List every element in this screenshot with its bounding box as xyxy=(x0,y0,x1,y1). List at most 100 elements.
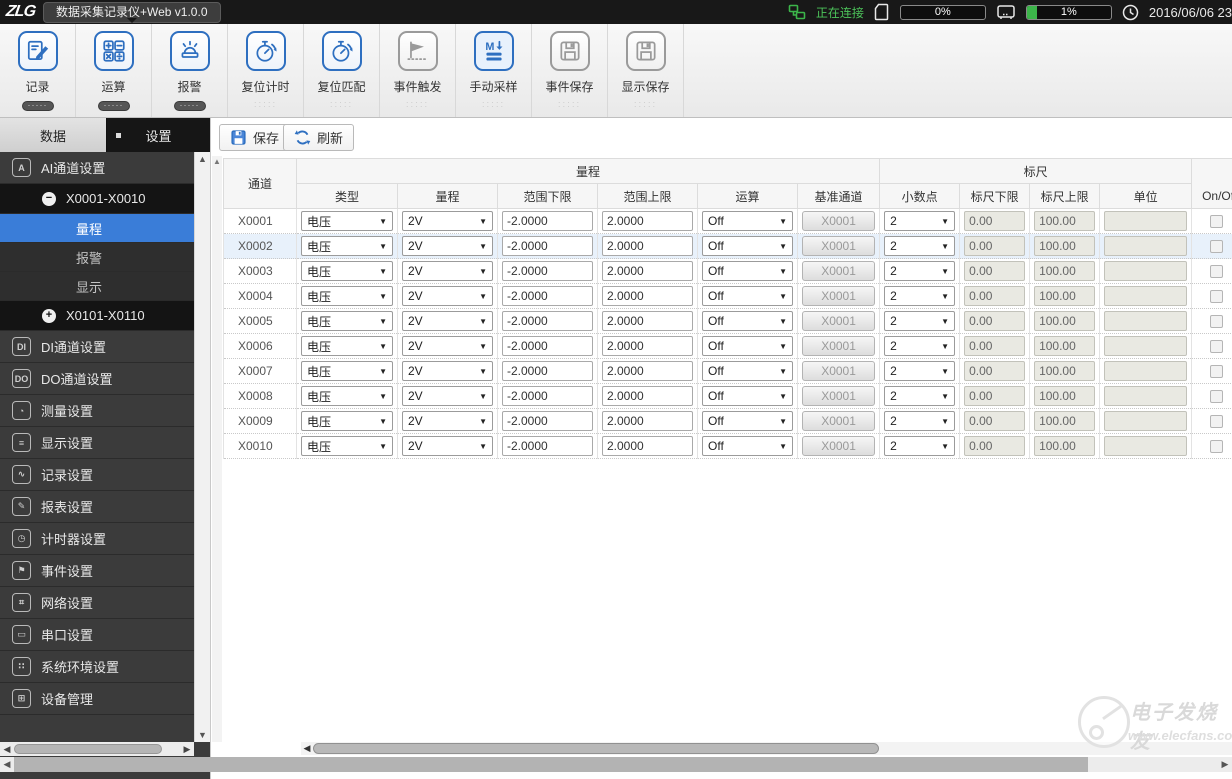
sidebar-tab-settings[interactable]: 设置 xyxy=(107,118,210,152)
sidebar-item-network[interactable]: ⌗ 网络设置 xyxy=(0,587,194,619)
scroll-down-arrow-icon[interactable]: ▼ xyxy=(195,730,210,740)
range-high-input[interactable] xyxy=(602,386,693,406)
decimal-select[interactable]: 2 ▼ xyxy=(884,336,956,356)
sidebar-group-x0101-x0110[interactable]: + X0101-X0110 xyxy=(0,301,194,331)
decimal-select[interactable]: 2 ▼ xyxy=(884,386,956,406)
type-select[interactable]: 电压 ▼ xyxy=(301,386,393,406)
range-low-input[interactable] xyxy=(502,411,593,431)
calc-select[interactable]: Off ▼ xyxy=(702,311,793,331)
sidebar-item-record-settings[interactable]: ∿ 记录设置 xyxy=(0,459,194,491)
scroll-left-arrow-icon[interactable]: ◀ xyxy=(0,744,14,755)
toolbar-item-2[interactable]: 运算 ····· xyxy=(76,24,152,117)
range-select[interactable]: 2V ▼ xyxy=(402,411,493,431)
range-low-input[interactable] xyxy=(502,336,593,356)
range-high-input[interactable] xyxy=(602,336,693,356)
calc-select[interactable]: Off ▼ xyxy=(702,261,793,281)
type-select[interactable]: 电压 ▼ xyxy=(301,261,393,281)
collapse-minus-icon[interactable]: − xyxy=(42,191,56,206)
decimal-select[interactable]: 2 ▼ xyxy=(884,211,956,231)
onoff-checkbox[interactable] xyxy=(1210,414,1224,428)
onoff-checkbox[interactable] xyxy=(1210,289,1224,303)
sidebar-leaf-显示[interactable]: 显示 xyxy=(0,272,194,301)
sidebar-tab-data[interactable]: 数据 xyxy=(0,118,107,152)
calc-select[interactable]: Off ▼ xyxy=(702,286,793,306)
sidebar-item-system-env[interactable]: ∷ 系统环境设置 xyxy=(0,651,194,683)
range-select[interactable]: 2V ▼ xyxy=(402,336,493,356)
decimal-select[interactable]: 2 ▼ xyxy=(884,436,956,456)
toolbar-item-1[interactable]: 记录 ····· xyxy=(0,24,76,117)
sidebar-item-do-channel[interactable]: DO DO通道设置 xyxy=(0,363,194,395)
onoff-checkbox[interactable] xyxy=(1210,439,1224,453)
range-low-input[interactable] xyxy=(502,236,593,256)
calc-select[interactable]: Off ▼ xyxy=(702,211,793,231)
range-high-input[interactable] xyxy=(602,361,693,381)
range-high-input[interactable] xyxy=(602,411,693,431)
range-select[interactable]: 2V ▼ xyxy=(402,436,493,456)
save-button[interactable]: 保存 xyxy=(219,124,291,151)
range-high-input[interactable] xyxy=(602,286,693,306)
type-select[interactable]: 电压 ▼ xyxy=(301,236,393,256)
range-select[interactable]: 2V ▼ xyxy=(402,311,493,331)
sidebar-item-di-channel[interactable]: DI DI通道设置 xyxy=(0,331,194,363)
sidebar-leaf-报警[interactable]: 报警 xyxy=(0,243,194,272)
scroll-right-arrow-icon[interactable]: ▶ xyxy=(180,744,194,755)
type-select[interactable]: 电压 ▼ xyxy=(301,286,393,306)
scroll-up-arrow-icon[interactable]: ▲ xyxy=(195,154,210,164)
toolbar-item-5[interactable]: 复位匹配 ····· ····· xyxy=(304,24,380,117)
range-low-input[interactable] xyxy=(502,286,593,306)
sidebar-vertical-scrollbar[interactable]: ▲ ▼ xyxy=(194,152,210,742)
toolbar-item-4[interactable]: 复位计时 ····· ····· xyxy=(228,24,304,117)
range-high-input[interactable] xyxy=(602,311,693,331)
toolbar-item-7[interactable]: M 手动采样 ····· ····· xyxy=(456,24,532,117)
scrollbar-thumb[interactable] xyxy=(313,743,879,754)
app-title-tab[interactable]: 数据采集记录仪+Web v1.0.0 xyxy=(43,1,221,23)
scroll-left-arrow-icon[interactable]: ◀ xyxy=(0,759,14,770)
scroll-left-arrow-icon[interactable]: ◀ xyxy=(301,743,313,754)
calc-select[interactable]: Off ▼ xyxy=(702,386,793,406)
onoff-checkbox[interactable] xyxy=(1210,314,1224,328)
calc-select[interactable]: Off ▼ xyxy=(702,411,793,431)
calc-select[interactable]: Off ▼ xyxy=(702,336,793,356)
toolbar-item-3[interactable]: 报警 ····· xyxy=(152,24,228,117)
scrollbar-thumb[interactable] xyxy=(14,757,1088,772)
decimal-select[interactable]: 2 ▼ xyxy=(884,361,956,381)
calc-select[interactable]: Off ▼ xyxy=(702,436,793,456)
decimal-select[interactable]: 2 ▼ xyxy=(884,411,956,431)
range-select[interactable]: 2V ▼ xyxy=(402,286,493,306)
sidebar-item-measure[interactable]: ◔ 测量设置 xyxy=(0,395,194,427)
onoff-checkbox[interactable] xyxy=(1210,389,1224,403)
range-high-input[interactable] xyxy=(602,236,693,256)
sidebar-item-device-manage[interactable]: ⊞ 设备管理 xyxy=(0,683,194,715)
refresh-button[interactable]: 刷新 xyxy=(283,124,355,151)
scrollbar-thumb[interactable] xyxy=(14,744,162,754)
toolbar-item-8[interactable]: 事件保存 ····· ····· xyxy=(532,24,608,117)
sidebar-item-serial-port[interactable]: ▭ 串口设置 xyxy=(0,619,194,651)
onoff-checkbox[interactable] xyxy=(1210,264,1224,278)
sidebar-group-x0001-x0010[interactable]: − X0001-X0010 xyxy=(0,184,194,214)
onoff-checkbox[interactable] xyxy=(1210,339,1224,353)
type-select[interactable]: 电压 ▼ xyxy=(301,361,393,381)
type-select[interactable]: 电压 ▼ xyxy=(301,311,393,331)
range-low-input[interactable] xyxy=(502,261,593,281)
scroll-up-arrow-icon[interactable]: ▲ xyxy=(212,157,222,166)
toolbar-item-6[interactable]: 事件触发 ····· ····· xyxy=(380,24,456,117)
sidebar-leaf-量程[interactable]: 量程 xyxy=(0,214,194,243)
onoff-checkbox[interactable] xyxy=(1210,239,1224,253)
sidebar-item-timer[interactable]: ◷ 计时器设置 xyxy=(0,523,194,555)
type-select[interactable]: 电压 ▼ xyxy=(301,411,393,431)
sidebar-item-report[interactable]: ✎ 报表设置 xyxy=(0,491,194,523)
range-low-input[interactable] xyxy=(502,436,593,456)
range-low-input[interactable] xyxy=(502,311,593,331)
type-select[interactable]: 电压 ▼ xyxy=(301,336,393,356)
calc-select[interactable]: Off ▼ xyxy=(702,236,793,256)
sidebar-horizontal-scrollbar[interactable]: ◀ ▶ xyxy=(0,742,194,756)
page-horizontal-scrollbar[interactable]: ◀ ▶ xyxy=(0,757,1232,772)
range-select[interactable]: 2V ▼ xyxy=(402,361,493,381)
decimal-select[interactable]: 2 ▼ xyxy=(884,311,956,331)
calc-select[interactable]: Off ▼ xyxy=(702,361,793,381)
range-low-input[interactable] xyxy=(502,211,593,231)
range-high-input[interactable] xyxy=(602,261,693,281)
range-select[interactable]: 2V ▼ xyxy=(402,211,493,231)
decimal-select[interactable]: 2 ▼ xyxy=(884,261,956,281)
expand-plus-icon[interactable]: + xyxy=(42,308,56,323)
